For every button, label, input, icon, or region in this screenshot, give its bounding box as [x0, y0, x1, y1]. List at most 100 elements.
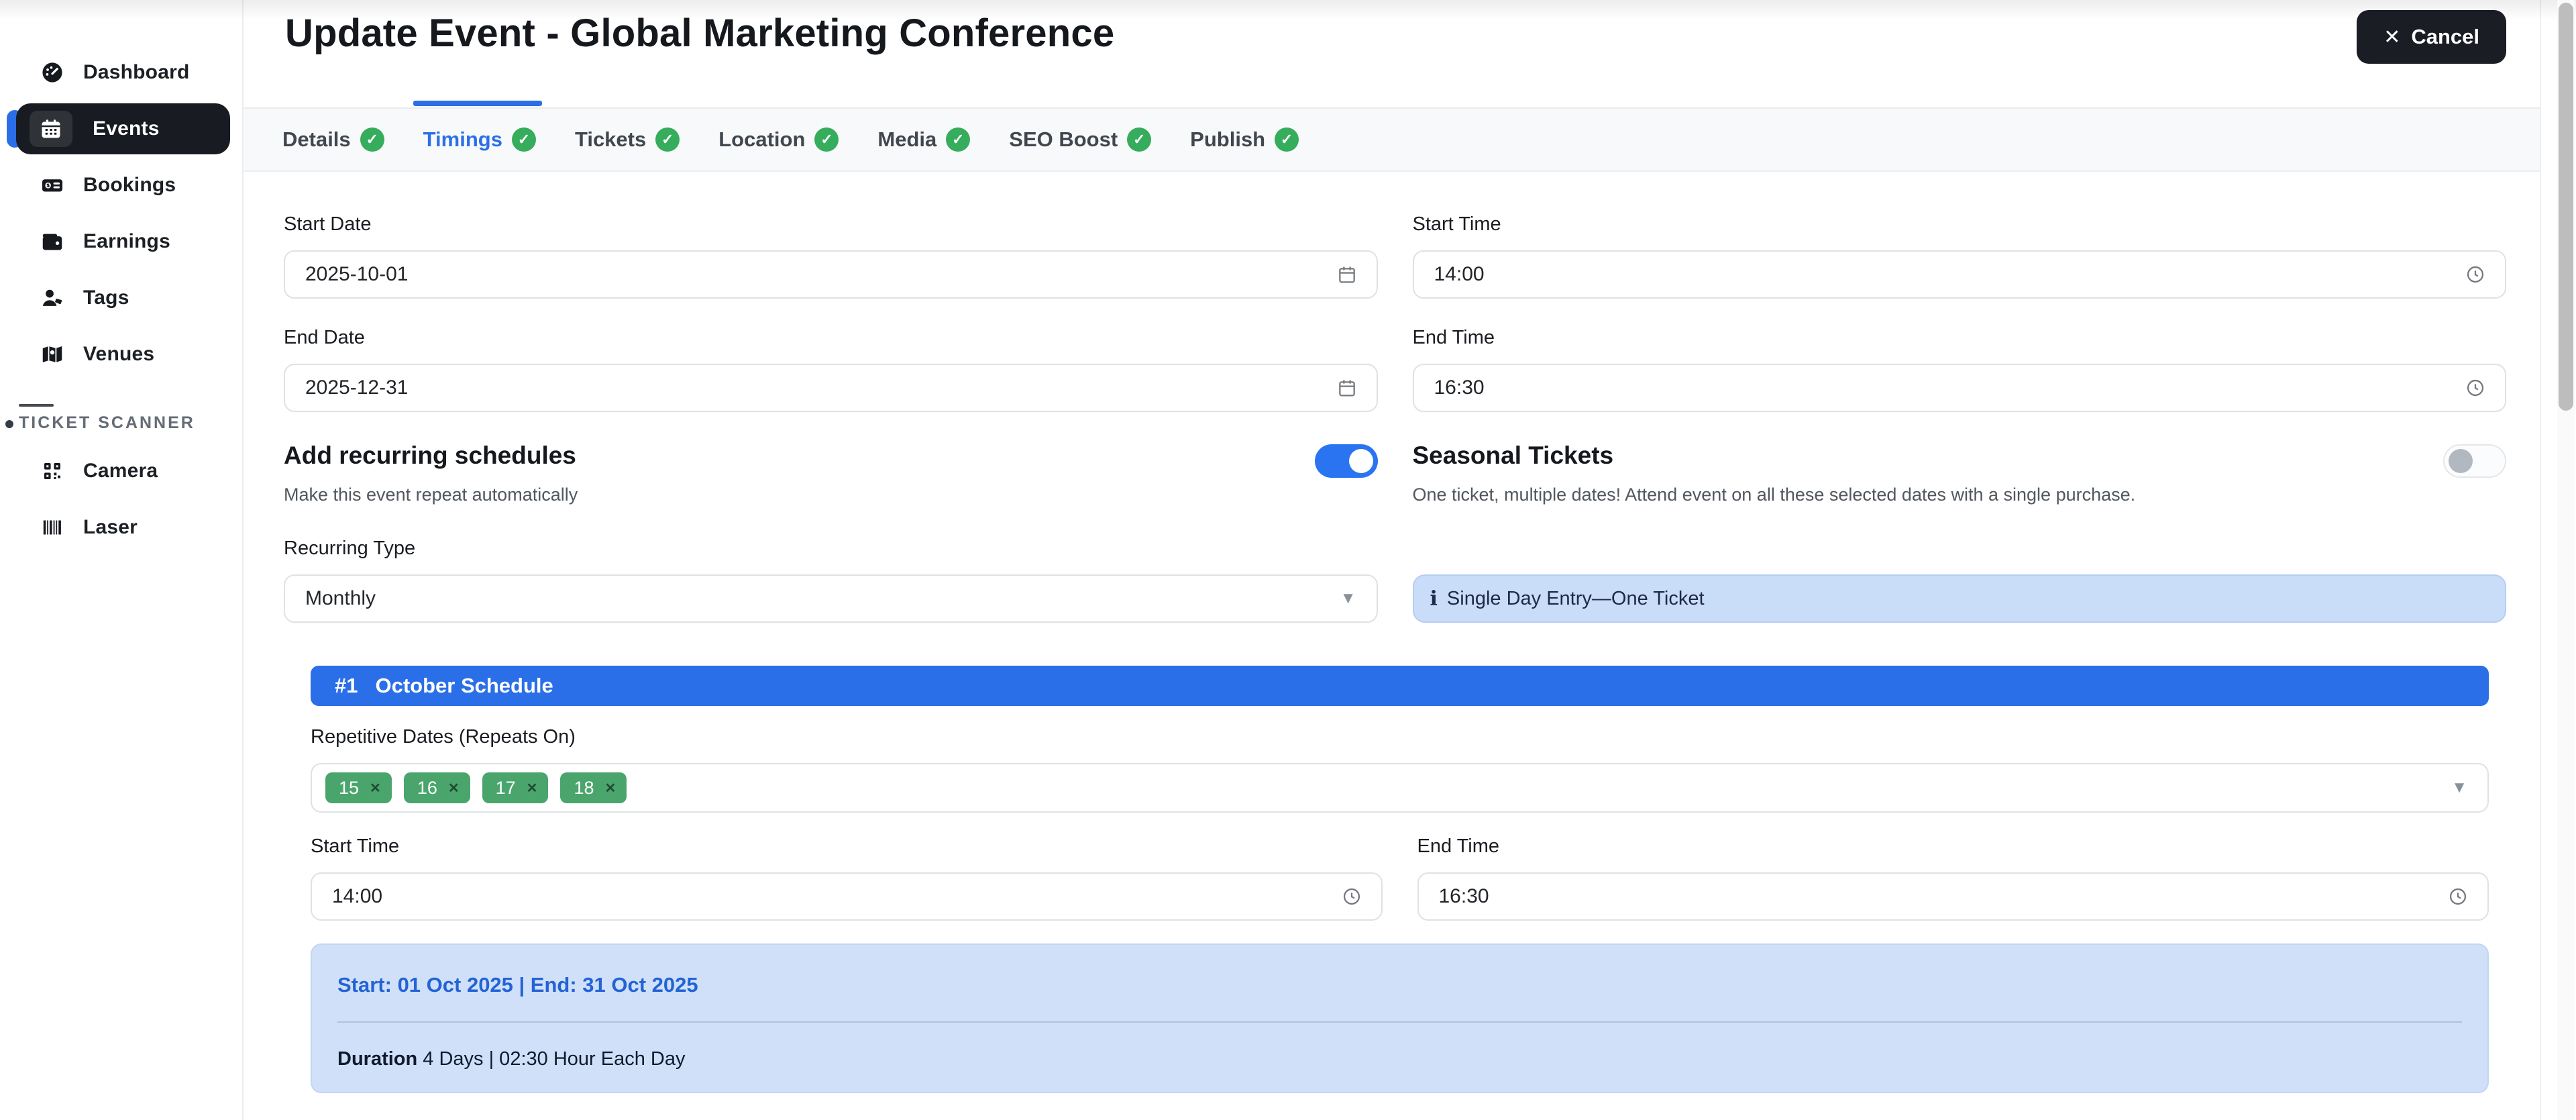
sidebar-item-label: Camera — [83, 460, 158, 482]
tab-label: SEO Boost — [1009, 128, 1118, 152]
vertical-scrollbar-thumb[interactable] — [2559, 3, 2573, 411]
tab-publish[interactable]: Publish ✓ — [1190, 128, 1299, 152]
tab-seo-boost[interactable]: SEO Boost ✓ — [1009, 128, 1151, 152]
tab-location[interactable]: Location ✓ — [718, 128, 839, 152]
tab-label: Timings — [423, 128, 502, 152]
end-date-field: End Date 2025-12-31 — [284, 327, 1378, 412]
remove-date-icon[interactable]: ✕ — [448, 780, 460, 797]
timings-form: Start Date 2025-10-01 Start Time 14:00 — [244, 213, 2540, 1093]
toggle-knob — [2449, 449, 2473, 473]
active-accent-bar — [7, 110, 23, 148]
sidebar-item-dashboard[interactable]: Dashboard — [0, 44, 242, 101]
clock-icon[interactable] — [2465, 377, 2486, 399]
repetitive-dates-multiselect[interactable]: 15 ✕ 16 ✕ 17 ✕ 18 ✕ — [311, 763, 2489, 813]
date-chip-value: 15 — [339, 778, 359, 799]
sidebar-item-venues[interactable]: Venues — [0, 326, 242, 383]
sidebar-item-label: Events — [93, 117, 160, 140]
date-chip: 18 ✕ — [560, 772, 627, 803]
summary-divider — [337, 1021, 2462, 1023]
check-circle-icon: ✓ — [814, 128, 839, 152]
schedule-title: October Schedule — [375, 674, 553, 698]
user-tag-icon — [39, 285, 66, 311]
wallet-icon — [39, 228, 66, 255]
date-chip-value: 18 — [574, 778, 594, 799]
recurring-type-field: Recurring Type Monthly ▼ — [284, 538, 1378, 623]
check-circle-icon: ✓ — [655, 128, 680, 152]
schedule-number: #1 — [335, 674, 358, 698]
schedule-start-time-input[interactable]: 14:00 — [311, 872, 1383, 921]
sidebar-item-bookings[interactable]: Bookings — [0, 157, 242, 213]
seasonal-tickets-toggle[interactable] — [2443, 444, 2506, 478]
chevron-down-icon: ▼ — [2451, 778, 2467, 797]
sidebar-item-label: Bookings — [83, 174, 176, 197]
sidebar: Dashboard Events Bookings Earnings — [0, 0, 244, 1120]
duration-label: Duration — [337, 1048, 417, 1070]
clock-icon[interactable] — [2447, 886, 2469, 907]
check-circle-icon: ✓ — [512, 128, 536, 152]
tab-media[interactable]: Media ✓ — [877, 128, 970, 152]
end-time-value: 16:30 — [1434, 376, 2465, 399]
recurring-type-select[interactable]: Monthly ▼ — [284, 574, 1378, 623]
banknote-icon — [39, 172, 66, 199]
duration-text: 4 Days | 02:30 Hour Each Day — [423, 1048, 685, 1070]
schedule-end-time-field: End Time 16:30 — [1417, 835, 2489, 921]
cancel-button[interactable]: ✕ Cancel — [2357, 10, 2506, 64]
clock-icon[interactable] — [1341, 886, 1362, 907]
toggle-knob — [1349, 449, 1373, 473]
schedule-start-time-field: Start Time 14:00 — [311, 835, 1383, 921]
schedule-end-time-input[interactable]: 16:30 — [1417, 872, 2489, 921]
sidebar-item-camera[interactable]: Camera — [0, 443, 242, 499]
schedule-end-time-label: End Time — [1417, 835, 2489, 858]
sidebar-item-earnings[interactable]: Earnings — [0, 213, 242, 270]
remove-date-icon[interactable]: ✕ — [604, 780, 616, 797]
sidebar-item-tags[interactable]: Tags — [0, 270, 242, 326]
tab-label: Publish — [1190, 128, 1265, 152]
tab-tickets[interactable]: Tickets ✓ — [575, 128, 680, 152]
sidebar-item-label: Dashboard — [83, 61, 190, 84]
date-chip-value: 17 — [496, 778, 516, 799]
start-date-input[interactable]: 2025-10-01 — [284, 250, 1378, 299]
end-date-value: 2025-12-31 — [305, 376, 1336, 399]
remove-date-icon[interactable]: ✕ — [370, 780, 381, 797]
date-chip: 16 ✕ — [404, 772, 470, 803]
seasonal-tickets-subtitle: One ticket, multiple dates! Attend event… — [1413, 485, 2444, 505]
tab-label: Tickets — [575, 128, 646, 152]
end-date-input[interactable]: 2025-12-31 — [284, 364, 1378, 412]
sidebar-item-laser[interactable]: Laser — [0, 499, 242, 556]
schedule-duration: Duration 4 Days | 02:30 Hour Each Day — [337, 1048, 2462, 1070]
vertical-scrollbar-track[interactable] — [2557, 0, 2575, 1120]
recurring-schedules-toggle[interactable] — [1315, 444, 1378, 478]
date-chip: 15 ✕ — [325, 772, 392, 803]
end-time-field: End Time 16:30 — [1413, 327, 2507, 412]
sidebar-section-ticket-scanner: TICKET SCANNER — [0, 409, 242, 436]
end-time-input[interactable]: 16:30 — [1413, 364, 2507, 412]
selected-dates: 15 ✕ 16 ✕ 17 ✕ 18 ✕ — [325, 772, 2451, 803]
sidebar-item-label: Laser — [83, 516, 138, 539]
sidebar-item-events[interactable]: Events — [16, 103, 230, 154]
map-icon — [39, 341, 66, 368]
end-time-label: End Time — [1413, 327, 2507, 349]
calendar-icon[interactable] — [1336, 264, 1358, 285]
start-date-value: 2025-10-01 — [305, 263, 1336, 286]
seasonal-tickets-title: Seasonal Tickets — [1413, 442, 2444, 470]
sidebar-item-label: Venues — [83, 343, 154, 366]
schedule-start-time-value: 14:00 — [332, 885, 1341, 908]
date-chip: 17 ✕ — [482, 772, 549, 803]
remove-date-icon[interactable]: ✕ — [527, 780, 538, 797]
main-panel: Update Event - Global Marketing Conferen… — [244, 0, 2541, 1120]
clock-icon[interactable] — [2465, 264, 2486, 285]
start-time-input[interactable]: 14:00 — [1413, 250, 2507, 299]
end-date-label: End Date — [284, 327, 1378, 349]
dashboard-icon — [39, 59, 66, 86]
ticket-info-banner: i Single Day Entry—One Ticket — [1413, 574, 2507, 623]
active-tab-indicator — [413, 101, 542, 106]
tab-details[interactable]: Details ✓ — [282, 128, 384, 152]
start-time-value: 14:00 — [1434, 263, 2465, 286]
start-time-label: Start Time — [1413, 213, 2507, 236]
check-circle-icon: ✓ — [1127, 128, 1151, 152]
tab-label: Location — [718, 128, 805, 152]
qr-code-icon — [39, 458, 66, 485]
tab-timings[interactable]: Timings ✓ — [423, 128, 536, 152]
recurring-type-value: Monthly — [305, 587, 1340, 610]
calendar-icon[interactable] — [1336, 377, 1358, 399]
